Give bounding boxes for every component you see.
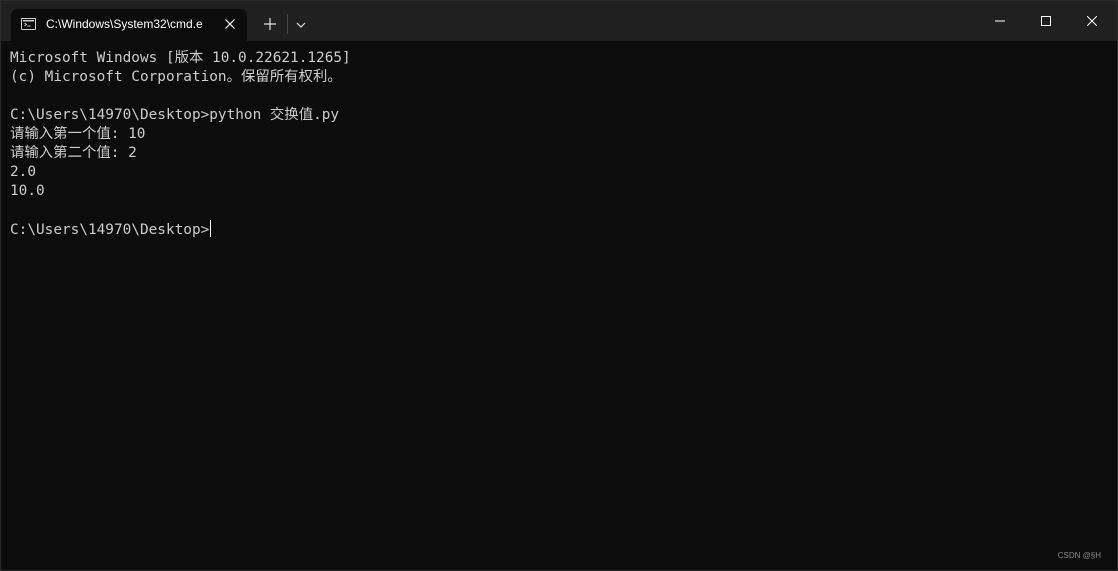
tab-title: C:\Windows\System32\cmd.e	[46, 17, 203, 31]
terminal-line: 10.0	[10, 183, 45, 199]
terminal-line: 请输入第二个值: 2	[10, 145, 137, 161]
title-bar[interactable]: C:\Windows\System32\cmd.e	[1, 1, 1117, 41]
terminal-line: C:\Users\14970\Desktop>python 交换值.py	[10, 107, 340, 123]
watermark: CSDN @§H	[1057, 551, 1101, 560]
terminal-line: (c) Microsoft Corporation。保留所有权利。	[10, 69, 342, 85]
minimize-button[interactable]	[977, 1, 1023, 41]
close-icon[interactable]	[221, 15, 239, 33]
maximize-icon	[1041, 16, 1051, 26]
terminal-icon	[21, 18, 36, 30]
terminal-line: 请输入第一个值: 10	[10, 126, 146, 142]
minimize-icon	[995, 20, 1005, 22]
tab-cmd[interactable]: C:\Windows\System32\cmd.e	[11, 9, 247, 41]
terminal-prompt-line[interactable]: C:\Users\14970\Desktop>	[10, 220, 1110, 239]
prompt-text: C:\Users\14970\Desktop>	[10, 222, 210, 238]
chevron-down-icon[interactable]	[291, 15, 311, 35]
terminal-line: 2.0	[10, 164, 36, 180]
terminal-output[interactable]: Microsoft Windows [版本 10.0.22621.1265] (…	[10, 49, 1110, 549]
tab-divider	[287, 14, 288, 34]
maximize-button[interactable]	[1023, 1, 1069, 41]
text-cursor	[210, 220, 212, 237]
close-icon	[1087, 16, 1097, 26]
terminal-line: Microsoft Windows [版本 10.0.22621.1265]	[10, 50, 351, 66]
terminal-window: C:\Windows\System32\cmd.e Microsoft Wind…	[0, 0, 1118, 571]
window-close-button[interactable]	[1069, 1, 1115, 41]
plus-icon[interactable]	[259, 13, 281, 35]
